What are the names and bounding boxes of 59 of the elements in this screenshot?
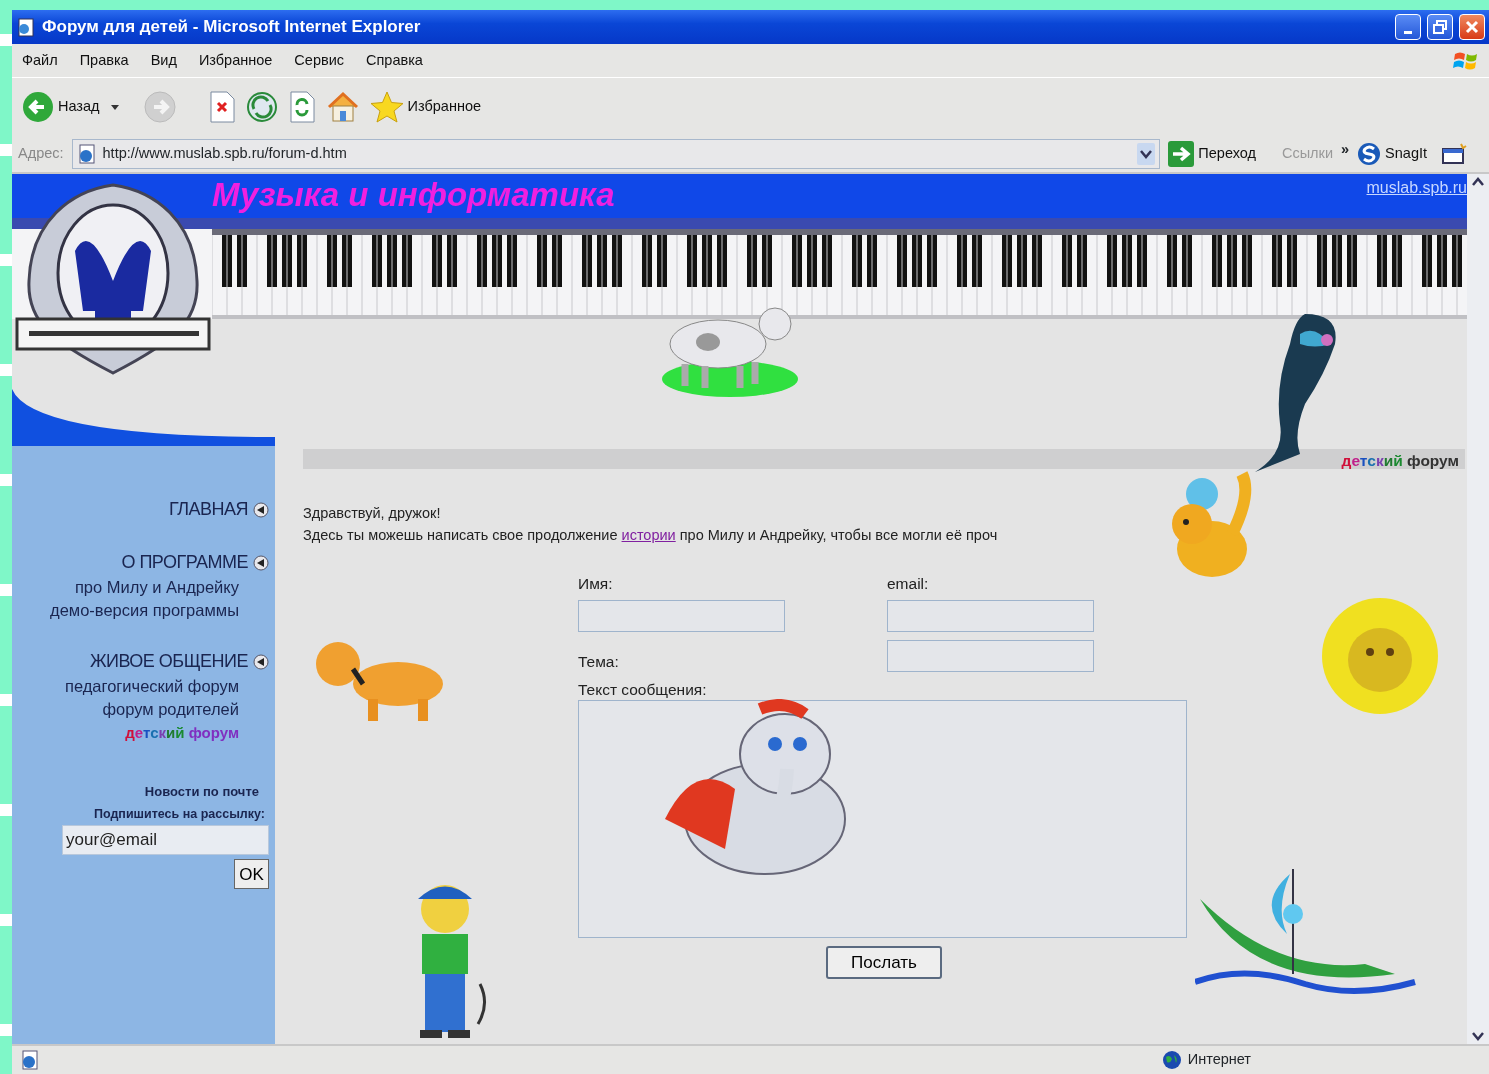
nav-link[interactable]: форум родителей <box>102 698 239 721</box>
go-button[interactable]: Переход <box>1168 141 1256 167</box>
globe-icon <box>1161 1050 1182 1070</box>
minimize-button[interactable] <box>1395 14 1421 40</box>
email-label: email: <box>887 574 930 594</box>
vertical-scrollbar[interactable] <box>1467 174 1489 1044</box>
newsletter-subtitle: Подпишитесь на рассылку: <box>93 805 265 823</box>
newsletter-title: Новости по почте <box>144 783 259 801</box>
name-label: Имя: <box>578 574 614 594</box>
menu-item[interactable]: Правка <box>79 49 129 72</box>
site-link[interactable]: muslab.spb.ru <box>1366 176 1467 200</box>
menu-item[interactable]: Вид <box>150 49 177 72</box>
send-button[interactable]: Послать <box>826 946 942 979</box>
section-title: детский форум <box>1341 451 1460 471</box>
address-label: Адрес: <box>18 144 64 164</box>
page-icon <box>76 144 97 164</box>
page-icon <box>16 17 36 37</box>
email-input[interactable]: your@email <box>62 825 269 856</box>
site-title: Музыка и информатика <box>212 175 615 215</box>
refresh-icon[interactable] <box>245 91 278 123</box>
restore-button[interactable] <box>1427 14 1453 40</box>
address-field[interactable]: http://www.muslab.spb.ru/forum-d.htm <box>71 139 1161 169</box>
close-button[interactable] <box>1459 14 1485 40</box>
restore-icon <box>1433 20 1447 34</box>
nav-heading-link[interactable]: ЖИВОЕ ОБЩЕНИЕ <box>89 648 269 675</box>
message-label: Текст сообщения: <box>578 680 708 700</box>
email-input[interactable] <box>887 600 1094 632</box>
intro-text: Здесь ты можешь написать свое продолжение истории про Милу и Андрейку, чтобы все могли её проч <box>303 526 999 545</box>
close-icon <box>1465 20 1479 34</box>
capture-window-icon[interactable] <box>1441 143 1467 165</box>
nav-link[interactable]: демо-версия программы <box>50 599 239 622</box>
back-button[interactable]: Назад <box>22 91 100 123</box>
greeting-text: Здравствуй, дружок! <box>303 504 442 523</box>
ok-button[interactable]: OK <box>234 859 269 890</box>
menu-item[interactable]: Справка <box>366 49 423 72</box>
minimize-icon <box>1404 31 1412 34</box>
subject-input[interactable] <box>887 640 1094 672</box>
page-icon <box>20 1050 40 1070</box>
menu-item[interactable]: Сервис <box>294 49 344 72</box>
home-icon[interactable] <box>325 91 360 123</box>
menu-item[interactable]: Файл <box>22 49 58 72</box>
menu-item[interactable]: Избранное <box>198 49 273 72</box>
favorites-button[interactable]: Избранное <box>369 90 482 124</box>
story-link[interactable]: истории <box>621 527 676 543</box>
reload-page-icon[interactable] <box>287 91 316 123</box>
window-title: Форум для детей - Microsoft Internet Explorer <box>42 16 422 39</box>
nav-heading-link[interactable]: О ПРОГРАММЕ <box>121 549 269 576</box>
name-input[interactable] <box>578 600 785 632</box>
nav-link[interactable]: про Милу и Андрейку <box>74 576 239 599</box>
stop-icon[interactable] <box>207 91 236 123</box>
nav-heading-link[interactable]: ГЛАВНАЯ <box>168 496 269 523</box>
s-logo-icon <box>1357 142 1382 166</box>
snagit-button[interactable]: SnagIt <box>1357 142 1427 166</box>
internet-zone-label: Интернет <box>1187 1050 1251 1070</box>
dropdown-caret-icon[interactable] <box>109 103 120 111</box>
subject-label: Тема: <box>578 652 620 672</box>
more-chevron[interactable]: » <box>1341 139 1350 161</box>
nav-link[interactable]: педагогический форум <box>64 675 239 698</box>
star-icon <box>369 90 404 124</box>
